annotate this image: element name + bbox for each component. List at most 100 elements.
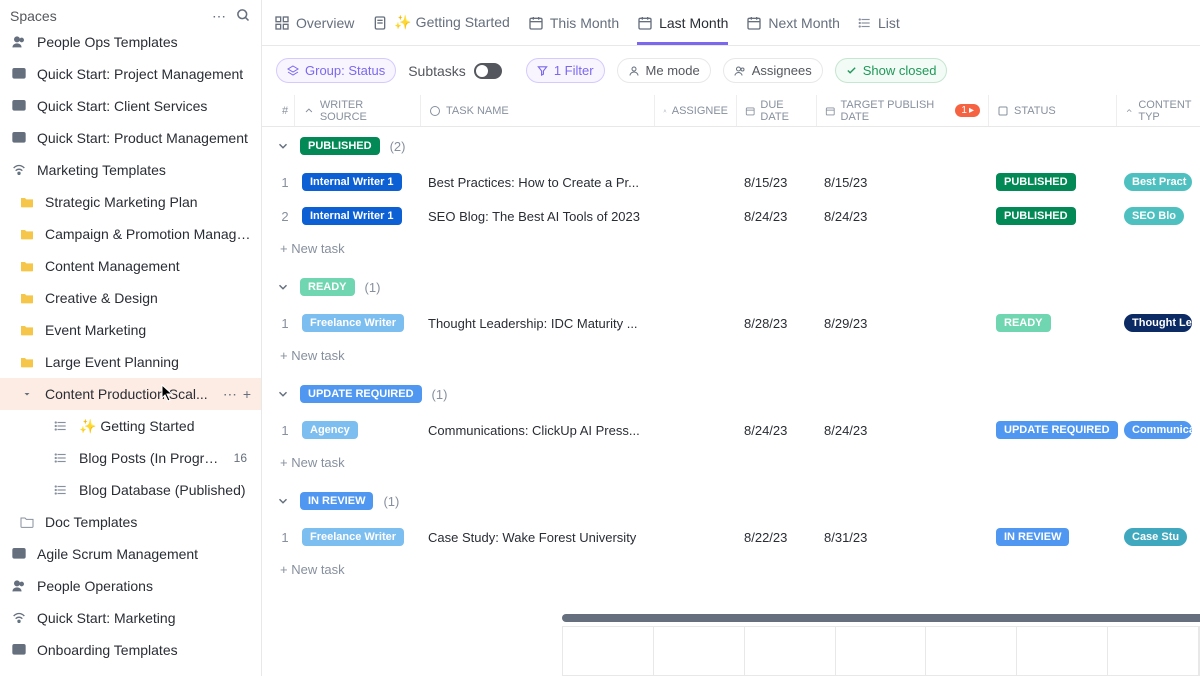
chevron-down-icon[interactable]: [276, 280, 290, 294]
table-row[interactable]: 1 Internal Writer 1 Best Practices: How …: [262, 165, 1200, 199]
chevron-down-icon[interactable]: [276, 387, 290, 401]
item-add-icon[interactable]: +: [243, 386, 251, 403]
sidebar-item[interactable]: Content Production Scal...⋯+: [0, 378, 261, 410]
cell-target-date[interactable]: 8/24/23: [816, 413, 988, 447]
cell-task-name[interactable]: Best Practices: How to Create a Pr...: [420, 165, 654, 199]
cell-content-type[interactable]: Case Stu: [1116, 520, 1200, 554]
col-due-date[interactable]: DUE DATE: [736, 95, 816, 126]
sidebar-item[interactable]: Strategic Marketing Plan: [0, 186, 261, 218]
sidebar-item[interactable]: Marketing Templates: [0, 154, 261, 186]
new-task-button[interactable]: + New task: [262, 447, 1200, 482]
cell-writer-source[interactable]: Internal Writer 1: [294, 199, 420, 233]
cell-writer-source[interactable]: Freelance Writer: [294, 306, 420, 340]
tab-this-month[interactable]: This Month: [528, 0, 619, 45]
chevron-down-icon[interactable]: [276, 494, 290, 508]
search-icon[interactable]: [236, 8, 251, 25]
sidebar-more-icon[interactable]: ⋯: [212, 8, 226, 25]
sidebar-item[interactable]: Content Management: [0, 250, 261, 282]
chevron-down-icon[interactable]: [276, 139, 290, 153]
tab-overview[interactable]: Overview: [274, 0, 354, 45]
assignees-pill[interactable]: Assignees: [723, 58, 823, 83]
show-closed-pill[interactable]: Show closed: [835, 58, 948, 83]
tab-next-month[interactable]: Next Month: [746, 0, 840, 45]
col-task-name[interactable]: TASK NAME: [420, 95, 654, 126]
group-by-pill[interactable]: Group: Status: [276, 58, 396, 83]
cell-status[interactable]: PUBLISHED: [988, 165, 1116, 199]
col-target-date[interactable]: TARGET PUBLISH DATE 1▸: [816, 95, 988, 126]
col-status[interactable]: STATUS: [988, 95, 1116, 126]
sidebar-item[interactable]: People Ops Templates: [0, 26, 261, 58]
table-row[interactable]: 2 Internal Writer 1 SEO Blog: The Best A…: [262, 199, 1200, 233]
cell-due-date[interactable]: 8/15/23: [736, 165, 816, 199]
item-more-icon[interactable]: ⋯: [223, 386, 237, 403]
cell-task-name[interactable]: Thought Leadership: IDC Maturity ...: [420, 306, 654, 340]
cell-due-date[interactable]: 8/24/23: [736, 413, 816, 447]
subtasks-toggle[interactable]: Subtasks: [408, 63, 502, 79]
cell-writer-source[interactable]: Agency: [294, 413, 420, 447]
me-mode-pill[interactable]: Me mode: [617, 58, 711, 83]
cell-content-type[interactable]: Best Pract: [1116, 165, 1200, 199]
cell-due-date[interactable]: 8/22/23: [736, 520, 816, 554]
cell-task-name[interactable]: Communications: ClickUp AI Press...: [420, 413, 654, 447]
sidebar-item[interactable]: ✨ Getting Started: [0, 410, 261, 442]
sidebar-item[interactable]: People Operations: [0, 570, 261, 602]
group-header[interactable]: PUBLISHED(2): [262, 127, 1200, 165]
sidebar-item[interactable]: Creative & Design: [0, 282, 261, 314]
table-row[interactable]: 1 Freelance Writer Thought Leadership: I…: [262, 306, 1200, 340]
cell-assignee[interactable]: [654, 520, 736, 554]
cell-target-date[interactable]: 8/15/23: [816, 165, 988, 199]
sidebar-item[interactable]: Quick Start: Product Management: [0, 122, 261, 154]
cell-content-type[interactable]: Communicati: [1116, 413, 1200, 447]
cell-status[interactable]: PUBLISHED: [988, 199, 1116, 233]
cell-writer-source[interactable]: Internal Writer 1: [294, 165, 420, 199]
cell-target-date[interactable]: 8/31/23: [816, 520, 988, 554]
table-row[interactable]: 1 Freelance Writer Case Study: Wake Fore…: [262, 520, 1200, 554]
tab-last-month[interactable]: Last Month: [637, 0, 728, 45]
col-content-type[interactable]: CONTENT TYP: [1116, 95, 1200, 126]
cell-assignee[interactable]: [654, 306, 736, 340]
cell-status[interactable]: READY: [988, 306, 1116, 340]
horizontal-scrollbar[interactable]: [562, 614, 1186, 622]
cell-task-name[interactable]: Case Study: Wake Forest University: [420, 520, 654, 554]
col-assignee[interactable]: ASSIGNEE: [654, 95, 736, 126]
sidebar-item[interactable]: Agile Scrum Management: [0, 538, 261, 570]
sidebar-item[interactable]: Blog Database (Published): [0, 474, 261, 506]
col-writer-source[interactable]: WRITER SOURCE: [294, 95, 420, 126]
scrollbar-thumb[interactable]: [562, 614, 1200, 622]
sidebar-item[interactable]: Large Event Planning: [0, 346, 261, 378]
new-task-button[interactable]: + New task: [262, 233, 1200, 268]
toggle-icon[interactable]: [474, 63, 502, 79]
sidebar-item[interactable]: Event Marketing: [0, 314, 261, 346]
table-row[interactable]: 1 Agency Communications: ClickUp AI Pres…: [262, 413, 1200, 447]
tab-list[interactable]: List: [858, 0, 900, 45]
new-task-button[interactable]: + New task: [262, 554, 1200, 589]
sidebar-item[interactable]: Quick Start: Project Management: [0, 58, 261, 90]
cell-assignee[interactable]: [654, 199, 736, 233]
cell-content-type[interactable]: Thought Lead: [1116, 306, 1200, 340]
cell-assignee[interactable]: [654, 165, 736, 199]
col-num[interactable]: #: [276, 95, 294, 126]
cell-due-date[interactable]: 8/28/23: [736, 306, 816, 340]
cell-assignee[interactable]: [654, 413, 736, 447]
tab--getting-started[interactable]: ✨ Getting Started: [372, 0, 510, 45]
sidebar-item[interactable]: Quick Start: Client Services: [0, 90, 261, 122]
cell-target-date[interactable]: 8/29/23: [816, 306, 988, 340]
sidebar-item[interactable]: Quick Start: Marketing: [0, 602, 261, 634]
sidebar-item[interactable]: Blog Posts (In Progress)16: [0, 442, 261, 474]
filter-pill[interactable]: 1 Filter: [526, 58, 605, 83]
sidebar-item[interactable]: Consulting Services: [0, 666, 261, 676]
group-header[interactable]: IN REVIEW(1): [262, 482, 1200, 520]
group-header[interactable]: UPDATE REQUIRED(1): [262, 375, 1200, 413]
cell-due-date[interactable]: 8/24/23: [736, 199, 816, 233]
sidebar-item[interactable]: Campaign & Promotion Manage...: [0, 218, 261, 250]
cell-status[interactable]: IN REVIEW: [988, 520, 1116, 554]
sidebar-item[interactable]: Onboarding Templates: [0, 634, 261, 666]
target-filter-badge[interactable]: 1▸: [955, 104, 980, 117]
sidebar-item[interactable]: Doc Templates: [0, 506, 261, 538]
cell-writer-source[interactable]: Freelance Writer: [294, 520, 420, 554]
cell-content-type[interactable]: SEO Blo: [1116, 199, 1200, 233]
cell-task-name[interactable]: SEO Blog: The Best AI Tools of 2023: [420, 199, 654, 233]
new-task-button[interactable]: + New task: [262, 340, 1200, 375]
cell-status[interactable]: UPDATE REQUIRED: [988, 413, 1116, 447]
group-header[interactable]: READY(1): [262, 268, 1200, 306]
